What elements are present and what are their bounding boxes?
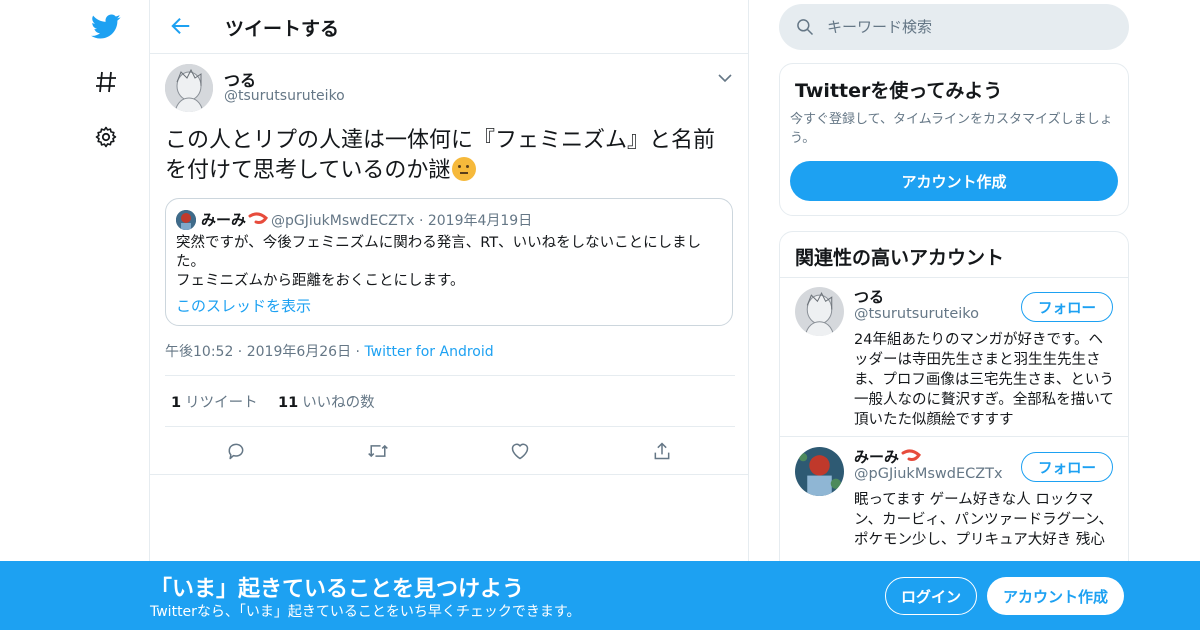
signup-card-title: Twitterを使ってみよう	[795, 80, 1003, 102]
follow-button[interactable]: フォロー	[1021, 452, 1113, 482]
search-box[interactable]	[779, 4, 1129, 50]
tweet-source-link[interactable]: Twitter for Android	[364, 344, 493, 360]
thinking-face-icon	[452, 157, 477, 181]
quoted-text: 突然ですが、今後フェミニズムに関わる発言、RT、いいねをしないことにしました。フ…	[176, 234, 726, 291]
tweet-text: この人とリプの人達は一体何に『フェミニズム』と名前を付けて思考しているのか謎	[165, 126, 735, 186]
retweet-icon[interactable]	[367, 440, 389, 462]
follow-button[interactable]: フォロー	[1021, 292, 1113, 322]
account-name-text: みーみ	[854, 448, 900, 466]
avatar[interactable]	[795, 287, 844, 336]
avatar	[176, 210, 196, 230]
account-name[interactable]: みーみ	[854, 446, 921, 467]
avatar[interactable]	[795, 447, 844, 496]
hashtag-icon[interactable]	[91, 67, 121, 97]
banner-title: 「いま」起きていることを見つけよう	[150, 577, 525, 602]
like-label: いいねの数	[302, 395, 375, 411]
main-column: ツイートする つる @tsurutsuruteiko この人とリプの人達は一体何…	[149, 0, 749, 630]
tweet-time[interactable]: 午後10:52	[165, 344, 233, 360]
tweet-page: ツイートする つる @tsurutsuruteiko この人とリプの人達は一体何…	[0, 0, 1200, 630]
share-icon[interactable]	[651, 440, 673, 462]
show-thread-link[interactable]: このスレッドを表示	[176, 295, 311, 316]
avatar[interactable]	[165, 64, 213, 112]
account-bio: 眠ってます ゲーム好きな人 ロックマン、カービィ、パンツァードラグーン、ポケモン…	[854, 492, 1113, 548]
like-heart-icon[interactable]	[509, 440, 531, 462]
signup-banner: 「いま」起きていることを見つけよう Twitterなら、「いま」起きていることを…	[0, 561, 1200, 630]
reply-icon[interactable]	[225, 440, 247, 462]
tweet-meta: 午後10:52 · 2019年6月26日 · Twitter for Andro…	[165, 344, 494, 360]
tweet-stats: 1 リツイート 11 いいねの数	[165, 375, 735, 427]
retweet-count: 1	[171, 395, 182, 411]
account-handle[interactable]: @pGJiukMswdECZTx	[854, 466, 1003, 482]
gear-icon[interactable]	[91, 122, 121, 152]
like-count: 11	[278, 395, 299, 411]
account-name[interactable]: つる	[854, 286, 884, 307]
quoted-text-line: 突然ですが、今後フェミニズムに関わる発言、RT、いいねをしないことにしました。	[176, 235, 702, 270]
like-count-link[interactable]: 11 いいねの数	[278, 391, 375, 412]
signup-card-description: 今すぐ登録して、タイムラインをカスタマイズしましょう。	[790, 112, 1113, 146]
related-accounts-card: 関連性の高いアカウント つる @tsurutsuruteiko フォロー 24年…	[779, 231, 1129, 571]
quoted-author-handle: @pGJiukMswdECZTx · 2019年4月19日	[271, 213, 533, 229]
banner-subtitle: Twitterなら、「いま」起きていることをいち早くチェックできます。	[150, 604, 581, 620]
quoted-text-line: フェミニズムから距離をおくことにします。	[176, 273, 465, 289]
page-header: ツイートする	[150, 0, 748, 54]
divider	[150, 474, 748, 475]
shrimp-icon	[248, 212, 268, 224]
author-handle[interactable]: @tsurutsuruteiko	[224, 88, 345, 104]
tweet-actions	[165, 427, 735, 475]
retweet-count-link[interactable]: 1 リツイート	[171, 391, 258, 412]
quoted-handle-text: @pGJiukMswdECZTx	[271, 213, 415, 229]
search-input[interactable]	[827, 4, 1117, 50]
quoted-tweet[interactable]: みーみ @pGJiukMswdECZTx · 2019年4月19日 突然ですが、…	[165, 198, 733, 326]
quoted-author-label: みーみ	[201, 211, 247, 229]
divider	[780, 436, 1128, 437]
tweet-body: この人とリプの人達は一体何に『フェミニズム』と名前を付けて思考しているのか謎	[165, 128, 716, 183]
tweet-date[interactable]: 2019年6月26日	[247, 344, 351, 360]
account-handle[interactable]: @tsurutsuruteiko	[854, 306, 979, 322]
shrimp-icon	[901, 449, 921, 461]
login-button[interactable]: ログイン	[885, 577, 977, 615]
account-bio: 24年組あたりのマンガが好きです。ヘッダーは寺田先生さまと羽生生先生さま、プロフ…	[854, 332, 1114, 428]
signup-button[interactable]: アカウント作成	[987, 577, 1124, 615]
quoted-author-name: みーみ	[201, 209, 268, 230]
back-arrow-icon[interactable]	[168, 13, 194, 39]
create-account-button[interactable]: アカウント作成	[790, 161, 1118, 201]
retweet-label: リツイート	[185, 395, 258, 411]
twitter-bird-icon[interactable]	[91, 12, 121, 42]
search-icon	[797, 19, 814, 36]
signup-card: Twitterを使ってみよう 今すぐ登録して、タイムラインをカスタマイズしましょ…	[779, 63, 1129, 216]
chevron-down-icon[interactable]	[715, 68, 735, 88]
quoted-date: 2019年4月19日	[427, 213, 533, 229]
divider	[780, 277, 1128, 278]
page-title: ツイートする	[225, 18, 340, 40]
related-accounts-title: 関連性の高いアカウント	[795, 247, 1005, 269]
